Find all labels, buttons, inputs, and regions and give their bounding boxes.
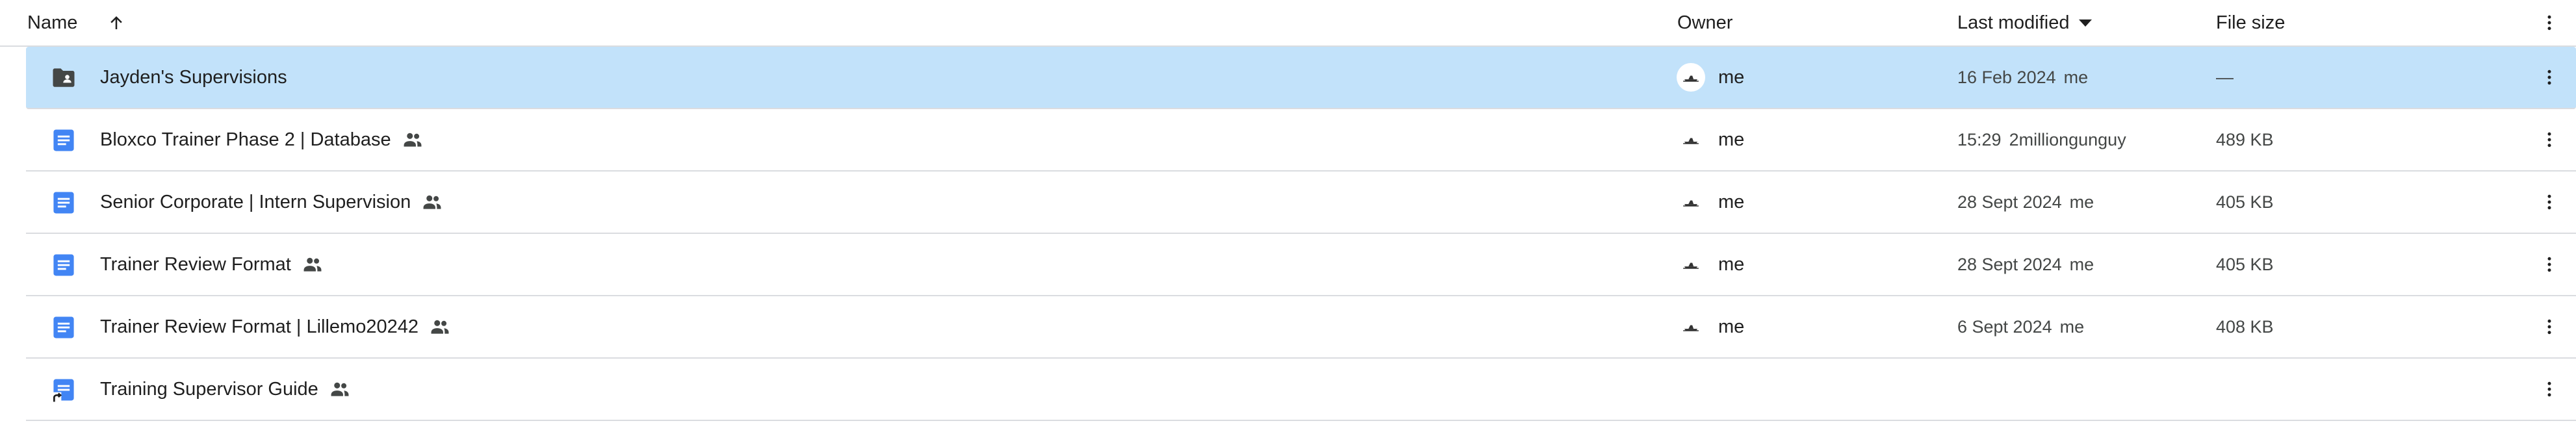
owner-column-header[interactable]: Owner <box>1677 0 1732 45</box>
people-icon <box>429 316 451 338</box>
avatar <box>1677 250 1705 279</box>
owner-cell: me <box>1677 47 1744 108</box>
avatar <box>1677 188 1705 216</box>
owner-header-label: Owner <box>1677 12 1733 33</box>
people-icon <box>421 191 443 213</box>
file-size-cell: 405 KB <box>2216 234 2274 295</box>
file-size-cell: — <box>2216 47 2234 108</box>
file-row[interactable]: Training Supervisor Guide <box>26 359 2576 421</box>
google-doc-icon <box>49 251 78 279</box>
people-icon <box>329 378 351 400</box>
file-size-cell: 489 KB <box>2216 109 2274 170</box>
file-size: — <box>2216 67 2234 87</box>
modified-date: 15:29 <box>1957 129 2002 149</box>
name-header-label: Name <box>27 12 78 33</box>
shared-folder-icon <box>49 64 78 92</box>
avatar <box>1677 63 1705 92</box>
last-modified-header-label: Last modified <box>1957 12 2070 33</box>
file-size-header-label: File size <box>2216 12 2286 33</box>
caret-down-icon <box>2078 19 2092 27</box>
last-modified-cell: 28 Sept 2024 me <box>1957 234 2094 295</box>
people-icon <box>402 129 424 151</box>
owner-cell: me <box>1677 234 1744 295</box>
owner-label: me <box>1718 191 1745 212</box>
file-row[interactable]: Jayden's Supervisions me 16 Feb 2024 me — <box>26 47 2576 109</box>
owner-cell: me <box>1677 109 1744 170</box>
last-modified-cell: 28 Sept 2024 me <box>1957 172 2094 233</box>
file-name-label: Trainer Review Format | Lillemo20242 <box>100 316 419 337</box>
file-name-label: Bloxco Trainer Phase 2 | Database <box>100 129 391 150</box>
file-name[interactable]: Senior Corporate | Intern Supervision <box>100 172 443 233</box>
modified-date: 28 Sept 2024 <box>1957 254 2062 274</box>
file-list-header: Name Owner Last modified File size <box>0 0 2576 47</box>
file-name[interactable]: Trainer Review Format | Lillemo20242 <box>100 296 451 357</box>
last-modified-column-header[interactable]: Last modified <box>1957 0 2092 45</box>
doc-shortcut-icon <box>49 376 78 404</box>
file-size-cell: 405 KB <box>2216 172 2274 233</box>
modified-by: 2milliongunguy <box>2009 129 2126 149</box>
more-actions-icon[interactable] <box>2534 125 2564 155</box>
more-actions-icon[interactable] <box>2534 249 2564 279</box>
file-row[interactable]: Bloxco Trainer Phase 2 | Database me 15:29… <box>26 109 2576 172</box>
file-size: 408 KB <box>2216 316 2274 337</box>
modified-date: 28 Sept 2024 <box>1957 192 2062 212</box>
avatar <box>1677 125 1705 154</box>
more-actions-icon[interactable] <box>2534 187 2564 217</box>
modified-by: me <box>2059 316 2085 337</box>
file-row[interactable]: Trainer Review Format me 28 Sept 2024 me 405… <box>26 234 2576 296</box>
avatar <box>1677 313 1705 341</box>
file-name-label: Trainer Review Format <box>100 253 291 275</box>
file-row[interactable]: Trainer Review Format | Lillemo20242 me 6 … <box>26 296 2576 359</box>
modified-by: me <box>2069 254 2094 274</box>
last-modified-cell: 6 Sept 2024 me <box>1957 296 2084 357</box>
file-size-cell: 408 KB <box>2216 296 2274 357</box>
owner-cell: me <box>1677 296 1744 357</box>
modified-by: me <box>2069 192 2094 212</box>
file-size: 405 KB <box>2216 192 2274 212</box>
owner-cell: me <box>1677 172 1744 233</box>
modified-by: me <box>2063 67 2089 87</box>
file-size: 405 KB <box>2216 254 2274 274</box>
google-doc-icon <box>49 126 78 155</box>
modified-date: 6 Sept 2024 <box>1957 316 2052 337</box>
file-row[interactable]: Senior Corporate | Intern Supervision me 2… <box>26 172 2576 234</box>
more-actions-icon[interactable] <box>2534 312 2564 342</box>
file-size-column-header[interactable]: File size <box>2216 0 2285 45</box>
file-name-label: Jayden's Supervisions <box>100 66 287 88</box>
file-name-label: Senior Corporate | Intern Supervision <box>100 191 411 212</box>
file-list: Name Owner Last modified File size Jayde… <box>0 0 2576 447</box>
sort-arrow-up-icon[interactable] <box>101 8 131 38</box>
file-name[interactable]: Trainer Review Format <box>100 234 324 295</box>
more-actions-icon[interactable] <box>2534 374 2564 404</box>
owner-label: me <box>1718 253 1745 275</box>
owner-label: me <box>1718 66 1745 88</box>
file-name[interactable]: Bloxco Trainer Phase 2 | Database <box>100 109 424 170</box>
file-size: 489 KB <box>2216 129 2274 149</box>
column-options-more-icon[interactable] <box>2534 8 2564 38</box>
owner-label: me <box>1718 316 1745 337</box>
name-column-header[interactable]: Name <box>27 0 77 45</box>
google-doc-icon <box>49 188 78 217</box>
google-doc-icon <box>49 313 78 342</box>
file-name-label: Training Supervisor Guide <box>100 378 318 400</box>
last-modified-cell: 16 Feb 2024 me <box>1957 47 2088 108</box>
modified-date: 16 Feb 2024 <box>1957 67 2056 87</box>
file-name[interactable]: Jayden's Supervisions <box>100 47 287 108</box>
owner-label: me <box>1718 129 1745 150</box>
people-icon <box>302 253 324 275</box>
last-modified-cell: 15:29 2milliongunguy <box>1957 109 2126 170</box>
more-actions-icon[interactable] <box>2534 62 2564 92</box>
file-name[interactable]: Training Supervisor Guide <box>100 359 351 420</box>
